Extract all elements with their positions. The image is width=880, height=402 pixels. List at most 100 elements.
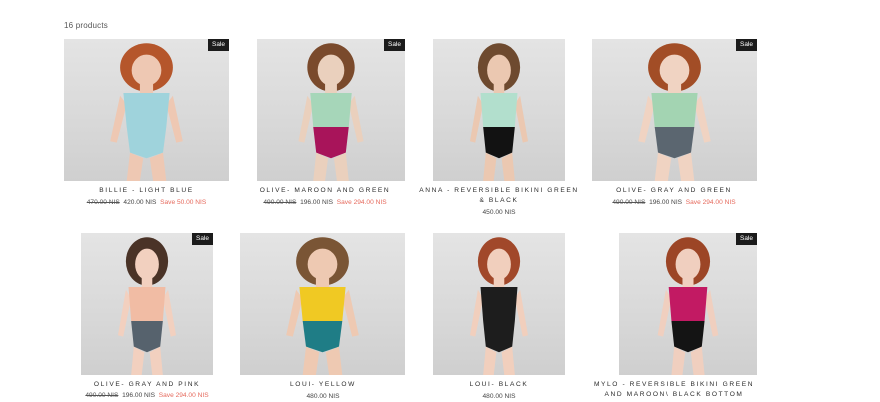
suit-top-shape (668, 286, 708, 322)
product-title[interactable]: MYLO - REVERSIBLE BIKINI GREEN AND MAROO… (588, 380, 760, 400)
suit-bottom-shape (483, 321, 515, 353)
product-title[interactable]: ANNA - REVERSIBLE BIKINI GREEN & BLACK (415, 186, 583, 206)
right-arm-shape (514, 289, 529, 337)
sale-badge: Sale (383, 39, 405, 51)
left-arm-shape (110, 95, 127, 143)
sale-price: 196.00 NIS (122, 392, 156, 399)
face-shape (135, 248, 159, 280)
product-image[interactable]: Sale (257, 39, 405, 181)
suit-bottom-shape (483, 127, 515, 159)
left-arm-shape (469, 95, 484, 143)
product-image[interactable]: Sale (592, 39, 757, 181)
model-figure (117, 237, 177, 375)
sale-price: 196.00 NIS (649, 199, 683, 206)
savings-text: Save 50.00 NIS (160, 199, 207, 206)
product-image[interactable] (240, 233, 405, 375)
suit-bottom-shape (313, 127, 349, 159)
regular-price: 480.00 NIS (482, 393, 516, 400)
sale-badge: Sale (735, 39, 757, 51)
right-arm-shape (342, 289, 359, 337)
left-arm-shape (286, 289, 303, 337)
right-arm-shape (348, 95, 364, 143)
compare-price: 490.00 NIS (85, 392, 119, 399)
face-shape (659, 54, 690, 86)
sale-badge: Sale (191, 233, 213, 245)
suit-top-shape (128, 286, 166, 322)
model-figure (469, 237, 529, 375)
right-arm-shape (694, 95, 711, 143)
suit-bottom-shape (126, 127, 167, 159)
savings-text: Save 294.00 NIS (336, 199, 387, 206)
product-price: 480.00 NIS (415, 392, 583, 402)
product-image[interactable] (433, 233, 565, 375)
product-image[interactable]: Sale (81, 233, 213, 375)
product-image[interactable]: Sale (619, 233, 757, 375)
suit-bottom-shape (671, 321, 705, 353)
left-leg-shape (671, 346, 686, 375)
product-title[interactable]: OLIVE- GRAY AND PINK (61, 380, 233, 390)
right-leg-shape (501, 152, 515, 181)
product-title[interactable]: LOUI- YELLOW (239, 380, 407, 390)
regular-price: 450.00 NIS (482, 209, 516, 216)
suit-top-shape (480, 92, 518, 128)
sale-badge: Sale (735, 233, 757, 245)
regular-price: 480.00 NIS (306, 393, 340, 400)
right-leg-shape (149, 346, 163, 375)
face-shape (675, 248, 701, 280)
right-leg-shape (677, 152, 695, 181)
product-price: 490.00 NIS 196.00 NIS Save 294.00 NIS (239, 198, 411, 208)
model-figure (110, 43, 183, 181)
product-price: 450.00 NIS (415, 208, 583, 218)
sale-price: 196.00 NIS (300, 199, 334, 206)
right-arm-shape (166, 95, 183, 143)
product-image[interactable]: Sale (64, 39, 229, 181)
compare-price: 490.00 NIS (263, 199, 297, 206)
product-title[interactable]: OLIVE- GRAY AND GREEN (588, 186, 760, 196)
left-arm-shape (469, 289, 484, 337)
suit-top-shape (651, 92, 698, 128)
suit-bottom-shape (654, 127, 695, 159)
left-leg-shape (483, 346, 497, 375)
savings-text: Save 294.00 NIS (158, 392, 209, 399)
model-figure (657, 237, 719, 375)
model-figure (286, 237, 359, 375)
model-figure (638, 43, 711, 181)
model-figure (298, 43, 364, 181)
product-title[interactable]: OLIVE- MAROON AND GREEN (239, 186, 411, 196)
left-leg-shape (654, 152, 672, 181)
face-shape (487, 54, 511, 86)
savings-text: Save 294.00 NIS (685, 199, 736, 206)
right-arm-shape (514, 95, 529, 143)
right-arm-shape (704, 289, 719, 337)
left-leg-shape (483, 152, 497, 181)
product-image[interactable] (433, 39, 565, 181)
suit-top-shape (123, 92, 170, 128)
left-arm-shape (657, 289, 672, 337)
left-leg-shape (126, 152, 144, 181)
left-arm-shape (117, 289, 132, 337)
right-leg-shape (325, 346, 343, 375)
right-arm-shape (162, 289, 177, 337)
left-arm-shape (298, 95, 314, 143)
right-leg-shape (501, 346, 515, 375)
right-leg-shape (690, 346, 705, 375)
suit-top-shape (480, 286, 518, 322)
face-shape (487, 248, 511, 280)
model-figure (469, 43, 529, 181)
suit-bottom-shape (302, 321, 343, 353)
product-count: 16 products (64, 21, 109, 30)
face-shape (131, 54, 162, 86)
product-price: 490.00 NIS 196.00 NIS Save 294.00 NIS (588, 198, 760, 208)
right-leg-shape (149, 152, 167, 181)
face-shape (317, 54, 345, 86)
left-leg-shape (131, 346, 145, 375)
suit-top-shape (310, 92, 352, 128)
left-leg-shape (313, 152, 329, 181)
product-title[interactable]: LOUI- BLACK (415, 380, 583, 390)
product-price: 470.00 NIS 420.00 NIS Save 50.00 NIS (64, 198, 229, 208)
left-arm-shape (638, 95, 655, 143)
sale-badge: Sale (207, 39, 229, 51)
product-title[interactable]: BILLIE - LIGHT BLUE (64, 186, 229, 196)
suit-top-shape (299, 286, 346, 322)
product-price: 480.00 NIS (239, 392, 407, 402)
